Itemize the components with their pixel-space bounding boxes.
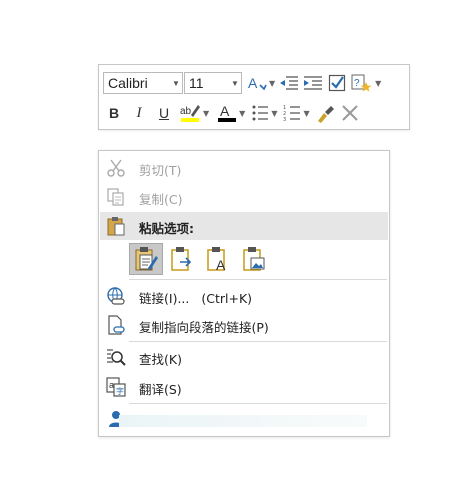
menu-item-cut-label: 剪切(T) (139, 163, 182, 178)
copy-icon (106, 187, 126, 207)
find-icon (106, 347, 126, 367)
paste-as-picture-button[interactable] (237, 243, 271, 275)
format-painter-icon[interactable] (315, 101, 337, 125)
font-color-icon[interactable]: A (216, 101, 238, 125)
translate-icon: a 字 (106, 377, 126, 397)
grow-shrink-font-icon[interactable]: A (246, 71, 268, 95)
italic-button[interactable]: I (128, 101, 150, 125)
paste-options-row: A (129, 243, 273, 277)
menu-item-link[interactable]: 链接(I)... (Ctrl+K) (99, 282, 389, 310)
link-text: 链接(I)... (139, 291, 190, 306)
paste-options-header: 粘贴选项: (100, 212, 388, 240)
merge-formatting-button[interactable] (165, 243, 199, 275)
menu-item-find[interactable]: 查找(K) (99, 343, 389, 371)
menu-item-translate-label: 翻译(S) (139, 382, 182, 397)
menu-item-copy[interactable]: 复制(C) (99, 183, 389, 211)
mini-toolbar: Calibri ▼ 11 ▼ A ▼ ? ▼ B I U ab ▼ A ▼ ▼ … (98, 64, 410, 130)
chevron-down-icon[interactable]: ▼ (271, 109, 277, 118)
menu-item-copy-paragraph-link-label: 复制指向段落的链接(P) (139, 320, 269, 335)
menu-divider (129, 279, 387, 280)
svg-text:ab: ab (180, 106, 192, 117)
chevron-down-icon[interactable]: ▼ (375, 79, 381, 88)
highlight-icon[interactable]: ab (178, 101, 202, 125)
paste-options-label: 粘贴选项: (139, 221, 194, 236)
bold-button[interactable]: B (103, 101, 125, 125)
svg-text:A: A (216, 257, 226, 272)
menu-item-translate[interactable]: a 字 翻译(S) (99, 373, 389, 401)
styles-icon[interactable]: ? (350, 71, 374, 95)
menu-item-find-label: 查找(K) (139, 352, 182, 367)
toolbar-row-2: B I U ab ▼ A ▼ ▼ 123 ▼ (103, 100, 361, 126)
font-name-value: Calibri (108, 75, 148, 91)
increase-indent-icon[interactable] (302, 71, 324, 95)
chevron-down-icon[interactable]: ▼ (203, 109, 209, 118)
svg-text:a: a (109, 380, 114, 390)
chevron-down-icon[interactable]: ▼ (239, 109, 245, 118)
context-menu: 剪切(T) 复制(C) 粘贴选项: A 链接(I)... (Ctrl+K) 复制… (98, 150, 390, 437)
menu-item-link-label: 链接(I)... (Ctrl+K) (139, 288, 252, 307)
svg-text:字: 字 (116, 386, 124, 396)
link-shortcut: (Ctrl+K) (201, 291, 253, 306)
checkbox-style-icon[interactable] (326, 71, 348, 95)
document-link-icon (106, 315, 126, 335)
svg-text:A: A (248, 75, 258, 91)
chevron-down-icon[interactable]: ▼ (170, 79, 182, 88)
underline-button[interactable]: U (153, 101, 175, 125)
decrease-indent-icon[interactable] (278, 71, 300, 95)
menu-item-cut[interactable]: 剪切(T) (99, 154, 389, 182)
font-name-combo[interactable]: Calibri ▼ (103, 72, 183, 94)
bullets-icon[interactable] (250, 101, 270, 125)
svg-text:?: ? (354, 78, 360, 89)
svg-text:A: A (220, 103, 230, 119)
keep-source-formatting-button[interactable] (129, 243, 163, 275)
clipboard-icon (106, 216, 126, 240)
menu-item-copy-paragraph-link[interactable]: 复制指向段落的链接(P) (99, 311, 389, 339)
toolbar-row-1: Calibri ▼ 11 ▼ A ▼ ? ▼ (103, 70, 384, 96)
scissors-icon (106, 158, 126, 178)
keep-text-only-button[interactable]: A (201, 243, 235, 275)
font-size-combo[interactable]: 11 ▼ (184, 72, 242, 94)
user-name-redacted (119, 415, 367, 427)
numbering-icon[interactable]: 123 (282, 101, 302, 125)
menu-divider (129, 341, 387, 342)
menu-item-user[interactable] (99, 405, 389, 433)
chevron-down-icon[interactable]: ▼ (269, 79, 275, 88)
menu-divider (129, 403, 387, 404)
menu-item-copy-label: 复制(C) (139, 192, 183, 207)
chevron-down-icon[interactable]: ▼ (229, 79, 241, 88)
svg-text:3: 3 (283, 117, 286, 122)
clear-format-icon[interactable] (339, 101, 361, 125)
font-size-value: 11 (189, 75, 204, 91)
link-icon (106, 286, 126, 306)
chevron-down-icon[interactable]: ▼ (303, 109, 309, 118)
